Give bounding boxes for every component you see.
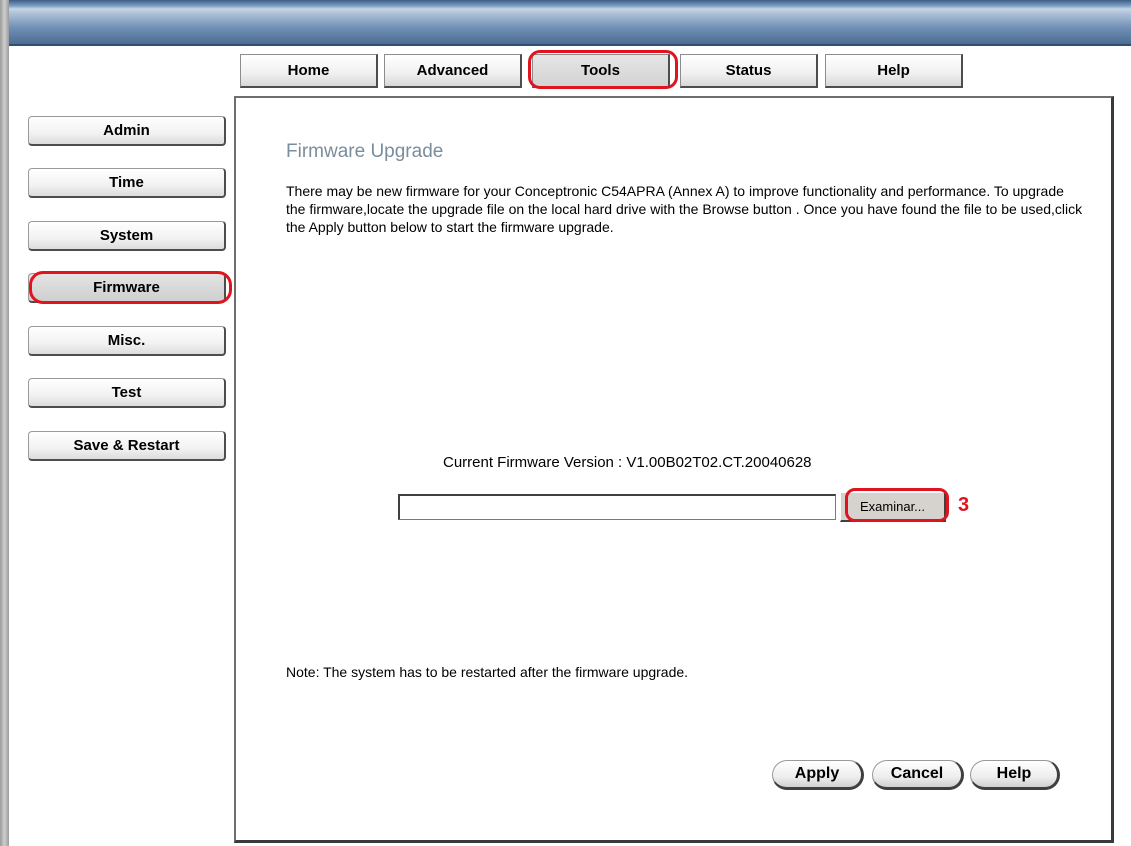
- header-banner: [9, 0, 1131, 44]
- help-button[interactable]: Help: [970, 760, 1060, 790]
- sidebar-item-firmware[interactable]: Firmware: [28, 273, 226, 303]
- sidebar-item-save-restart[interactable]: Save & Restart: [28, 431, 226, 461]
- tab-tools[interactable]: Tools: [532, 54, 670, 88]
- tab-advanced[interactable]: Advanced: [384, 54, 522, 88]
- page-description: There may be new firmware for your Conce…: [286, 183, 1083, 235]
- sidebar-item-test[interactable]: Test: [28, 378, 226, 408]
- firmware-file-input[interactable]: [398, 494, 836, 520]
- annotation-step-3: 3: [958, 494, 970, 516]
- apply-button[interactable]: Apply: [772, 760, 864, 790]
- tab-home[interactable]: Home: [240, 54, 378, 88]
- sidebar-item-misc[interactable]: Misc.: [28, 326, 226, 356]
- restart-note: Note: The system has to be restarted aft…: [286, 664, 689, 680]
- browse-button[interactable]: Examinar...: [840, 492, 946, 522]
- tab-help[interactable]: Help: [825, 54, 963, 88]
- sidebar-item-time[interactable]: Time: [28, 168, 226, 198]
- current-firmware-version: Current Firmware Version : V1.00B02T02.C…: [443, 454, 812, 471]
- page-title: Firmware Upgrade: [286, 141, 444, 162]
- tab-status[interactable]: Status: [680, 54, 818, 88]
- header-divider: [9, 44, 1131, 46]
- left-edge-bar: [0, 0, 9, 846]
- cancel-button[interactable]: Cancel: [872, 760, 964, 790]
- sidebar-item-admin[interactable]: Admin: [28, 116, 226, 146]
- sidebar-item-system[interactable]: System: [28, 221, 226, 251]
